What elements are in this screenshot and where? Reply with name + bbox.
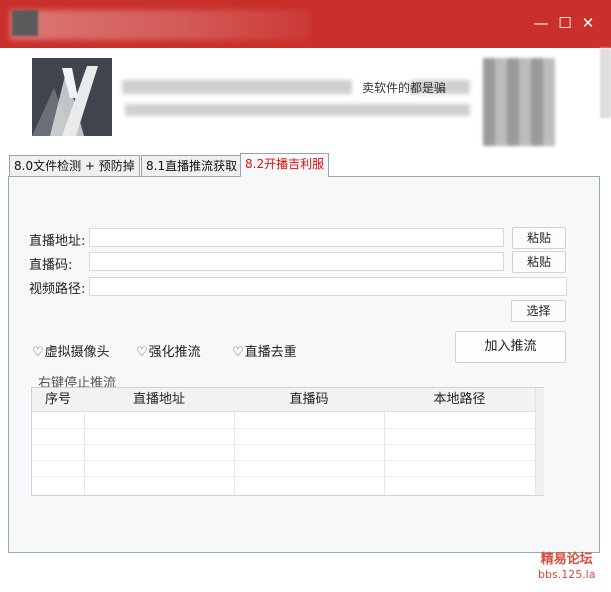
- column-header-path[interactable]: 本地路径: [384, 388, 535, 412]
- close-button[interactable]: ✕: [579, 14, 597, 32]
- app-icon: [12, 10, 38, 36]
- row-divider: [32, 460, 535, 461]
- watermark-name: 精易论坛: [540, 552, 593, 567]
- heart-icon: ♡: [32, 345, 44, 360]
- option-label: 直播去重: [244, 345, 297, 360]
- table-header: 序号 直播地址 直播码 本地路径: [32, 388, 535, 412]
- forum-watermark: 精易论坛 bbs.125.la: [538, 552, 595, 582]
- video-path-input[interactable]: [89, 277, 567, 296]
- column-divider: [84, 412, 85, 495]
- video-path-label: 视频路径:: [29, 282, 86, 297]
- option-label: 虚拟摄像头: [44, 345, 110, 360]
- heart-icon: ♡: [232, 345, 244, 360]
- stream-table[interactable]: 序号 直播地址 直播码 本地路径: [31, 387, 544, 496]
- row-divider: [32, 428, 535, 429]
- banner-text: 卖软件的都是骗: [362, 81, 447, 95]
- tab-start-stream[interactable]: 8.2开播吉利服: [240, 153, 330, 177]
- option-enhanced-stream[interactable]: ♡强化推流: [136, 341, 201, 360]
- paste-code-button[interactable]: 粘贴: [512, 251, 566, 273]
- paste-address-button[interactable]: 粘贴: [512, 227, 566, 249]
- watermark-url: bbs.125.la: [538, 568, 596, 581]
- banner-text-blurred: [122, 80, 352, 94]
- select-path-button[interactable]: 选择: [511, 300, 566, 322]
- banner-subtext-blurred: [125, 104, 470, 116]
- add-stream-button[interactable]: 加入推流: [455, 331, 566, 363]
- live-address-label: 直播地址:: [29, 234, 86, 249]
- live-code-label: 直播码:: [29, 258, 73, 273]
- live-address-input[interactable]: [89, 228, 504, 247]
- side-strip: [600, 48, 611, 118]
- column-divider: [384, 412, 385, 495]
- column-divider: [234, 412, 235, 495]
- app-logo: [32, 58, 112, 136]
- maximize-button[interactable]: ☐: [556, 14, 574, 32]
- live-code-input[interactable]: [89, 252, 504, 271]
- minimize-button[interactable]: —: [532, 14, 550, 32]
- heart-icon: ♡: [136, 345, 148, 360]
- title-text-blurred: [10, 10, 310, 40]
- option-dedupe[interactable]: ♡直播去重: [232, 341, 297, 360]
- tab-file-check[interactable]: 8.0文件检测 + 预防掉: [9, 155, 140, 176]
- column-header-address[interactable]: 直播地址: [84, 388, 234, 412]
- row-divider: [32, 444, 535, 445]
- option-label: 强化推流: [148, 345, 201, 360]
- column-header-code[interactable]: 直播码: [234, 388, 384, 412]
- table-scrollbar[interactable]: [535, 388, 544, 495]
- qr-code-blurred: [483, 58, 555, 146]
- row-divider: [32, 476, 535, 477]
- title-bar: — ☐ ✕: [0, 0, 611, 48]
- tab-stream-fetch[interactable]: 8.1直播推流获取: [141, 155, 243, 176]
- option-virtual-camera[interactable]: ♡虚拟摄像头: [32, 341, 110, 360]
- column-header-index[interactable]: 序号: [32, 388, 84, 412]
